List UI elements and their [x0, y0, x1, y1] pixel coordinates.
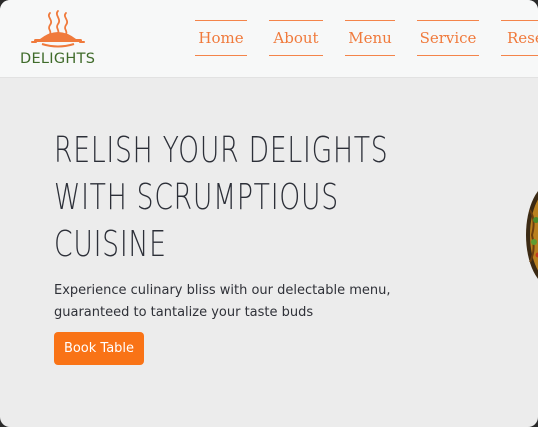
hero-title: Relish your delights with scrumptious cu…	[54, 127, 389, 268]
hero-description-line-1: Experience culinary bliss with our delec…	[54, 283, 391, 298]
hero-description-line-2: guaranteed to tantalize your taste buds	[54, 305, 314, 320]
site-header: DELIGHTS Home About Menu Service Rese	[0, 0, 538, 78]
nav-item-reservation[interactable]: Rese	[501, 20, 538, 56]
steaming-dish-icon	[31, 10, 85, 48]
book-table-button[interactable]: Book Table	[54, 332, 144, 365]
hero-title-line-3: cuisine	[54, 224, 167, 265]
hero-title-line-1: Relish your delights	[54, 130, 389, 171]
hero-title-line-2: with scrumptious	[54, 177, 339, 218]
nav-item-about[interactable]: About	[269, 20, 323, 56]
brand-name: DELIGHTS	[20, 51, 96, 67]
nav-item-service[interactable]: Service	[417, 20, 479, 56]
nav-item-home[interactable]: Home	[195, 20, 247, 56]
nav-item-menu[interactable]: Menu	[345, 20, 395, 56]
hero-description: Experience culinary bliss with our delec…	[54, 280, 391, 324]
brand-logo[interactable]: DELIGHTS	[14, 7, 104, 71]
food-dish-image	[526, 191, 538, 279]
app-window: DELIGHTS Home About Menu Service Rese Re…	[0, 0, 538, 427]
